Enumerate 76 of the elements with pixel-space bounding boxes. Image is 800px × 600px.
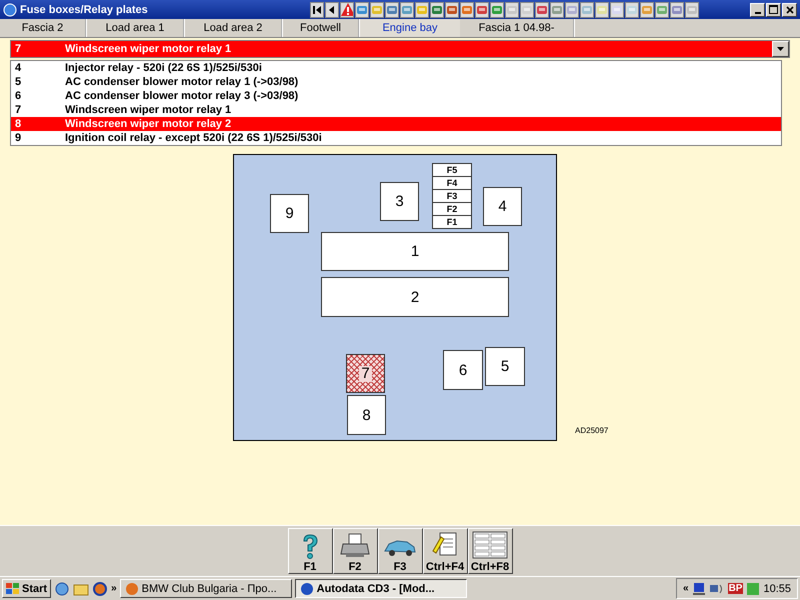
- minimize-button[interactable]: [750, 2, 765, 16]
- app-icon: [3, 2, 17, 16]
- toolbar-picture-icon[interactable]: [385, 2, 399, 18]
- relay-slot[interactable]: 5: [485, 347, 525, 386]
- list-row[interactable]: 7 Windscreen wiper motor relay 1: [11, 103, 781, 117]
- list-row[interactable]: 5 AC condenser blower motor relay 1 (->03/98): [11, 75, 781, 89]
- toolbar-picture-icon[interactable]: [550, 2, 564, 18]
- toolbar-picture-icon[interactable]: [670, 2, 684, 18]
- relay-slot[interactable]: 8: [347, 395, 386, 435]
- toolbar-picture-icon[interactable]: [505, 2, 519, 18]
- close-button[interactable]: [782, 2, 797, 16]
- list-row[interactable]: 6 AC condenser blower motor relay 3 (->03/98): [11, 89, 781, 103]
- windows-flag-icon: [6, 582, 20, 594]
- toolbar-picture-icon[interactable]: [355, 2, 369, 18]
- function-key-button[interactable]: Ctrl+F4: [422, 528, 468, 574]
- relay-slot[interactable]: 1: [321, 232, 509, 271]
- computer-icon[interactable]: [692, 582, 706, 596]
- toolbar-picture-icon[interactable]: [535, 2, 549, 18]
- fuse-slot[interactable]: F5: [432, 163, 472, 177]
- toolbar-picture-icon[interactable]: [625, 2, 639, 18]
- fuse-slot[interactable]: F1: [432, 215, 472, 229]
- toolbar-picture-icon[interactable]: [580, 2, 594, 18]
- list-row[interactable]: 9 Ignition coil relay - except 520i (22 6S 1)/525i/530i: [11, 131, 781, 145]
- toolbar-picture-icon[interactable]: [595, 2, 609, 18]
- toolbar-picture-icon[interactable]: [400, 2, 414, 18]
- toolbar-picture-icon[interactable]: [445, 2, 459, 18]
- close-icon: [786, 6, 794, 14]
- printer-icon: [340, 533, 370, 559]
- list-row[interactable]: 4 Injector relay - 520i (22 6S 1)/525i/530i: [11, 61, 781, 75]
- fuse-slot[interactable]: F3: [432, 189, 472, 203]
- relay-slot[interactable]: 4: [483, 187, 522, 226]
- toolbar-picture-icon[interactable]: [640, 2, 654, 18]
- toolbar-picture-icon[interactable]: [415, 2, 429, 18]
- toolbar-picture-icon[interactable]: [370, 2, 384, 18]
- toolbar-picture-icon[interactable]: [475, 2, 489, 18]
- diagram-reference: AD25097: [575, 426, 608, 435]
- tab[interactable]: Engine bay: [360, 19, 460, 37]
- toolbar-picture-icon[interactable]: [610, 2, 624, 18]
- toolbar-picture-icon[interactable]: [430, 2, 444, 18]
- toolbar-picture-icon[interactable]: [460, 2, 474, 18]
- list-row[interactable]: 8 Windscreen wiper motor relay 2: [11, 117, 781, 131]
- relay-slot[interactable]: 7: [346, 354, 385, 393]
- toolbar-picture-icon[interactable]: [685, 2, 699, 18]
- first-page-icon[interactable]: [310, 2, 324, 18]
- window-title: Fuse boxes/Relay plates: [20, 4, 149, 16]
- toolbar-picture-icon[interactable]: [655, 2, 669, 18]
- tray-expand-button[interactable]: «: [683, 583, 689, 594]
- function-key-button[interactable]: F1: [288, 528, 332, 574]
- clock: 10:55: [763, 582, 791, 594]
- maximize-icon: [769, 5, 778, 14]
- previous-icon[interactable]: [325, 2, 339, 18]
- browser-icon[interactable]: [54, 580, 70, 596]
- more-button[interactable]: »: [111, 583, 117, 594]
- function-key-button[interactable]: F2: [332, 528, 378, 574]
- fuse-slot[interactable]: F4: [432, 176, 472, 190]
- toolbar-picture-icon[interactable]: [490, 2, 504, 18]
- relay-slot[interactable]: 2: [321, 277, 509, 317]
- function-key-button[interactable]: F3: [378, 528, 422, 574]
- table-icon: [472, 531, 508, 559]
- app-icon: [124, 582, 139, 596]
- fuse-slot[interactable]: F2: [432, 202, 472, 216]
- app-icon: [300, 582, 314, 596]
- taskbar-button[interactable]: BMW Club Bulgaria - Про...: [120, 579, 292, 598]
- start-button[interactable]: Start: [2, 579, 52, 598]
- taskbar-button[interactable]: Autodata CD3 - [Mod...: [294, 579, 467, 598]
- relay-slot[interactable]: 3: [380, 182, 419, 221]
- warning-icon[interactable]: [340, 2, 354, 18]
- relay-slot[interactable]: 9: [270, 194, 309, 233]
- maximize-button[interactable]: [766, 2, 781, 16]
- tray-badge[interactable]: BP: [728, 583, 744, 594]
- function-key-button[interactable]: Ctrl+F8: [468, 528, 512, 574]
- relay-slot[interactable]: 6: [443, 350, 483, 390]
- minimize-icon: [754, 12, 760, 14]
- toolbar-picture-icon[interactable]: [520, 2, 534, 18]
- toolbar-picture-icon[interactable]: [565, 2, 579, 18]
- relay-dropdown[interactable]: 7 Windscreen wiper motor relay 1: [10, 40, 790, 58]
